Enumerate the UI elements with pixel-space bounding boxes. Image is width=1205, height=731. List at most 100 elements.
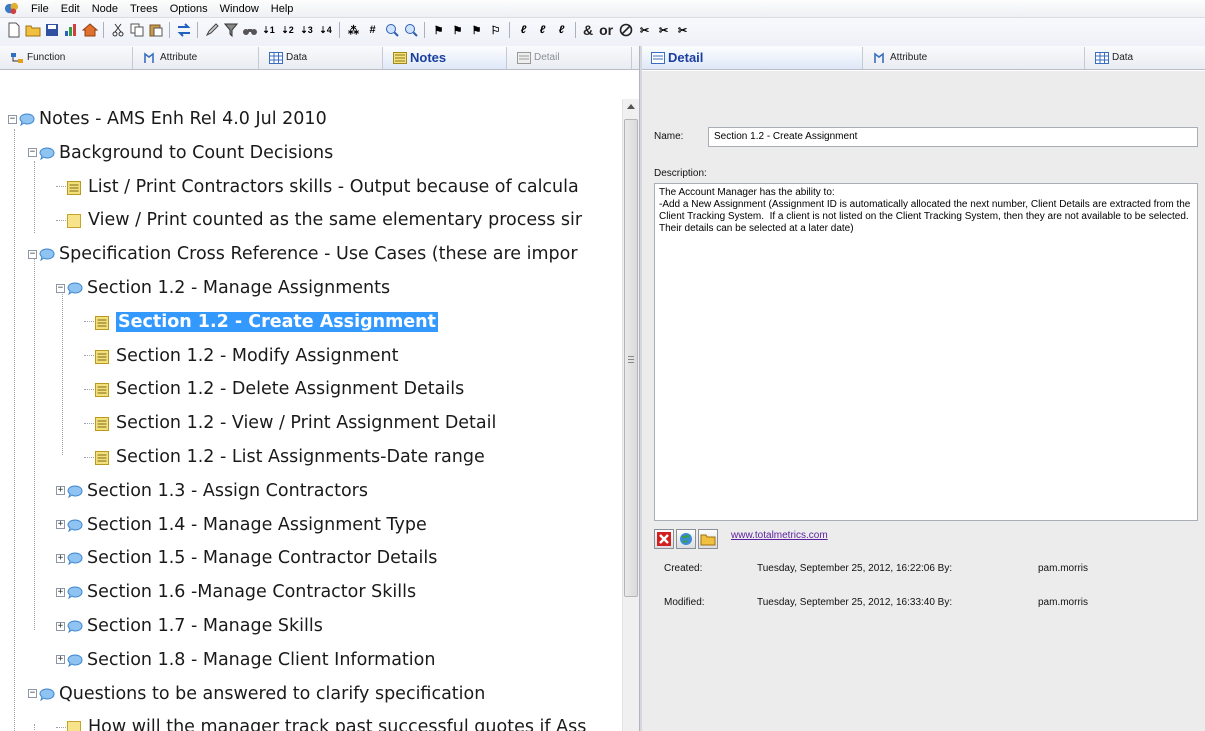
- tree-node-label: Section 1.2 - Modify Assignment: [116, 345, 399, 366]
- find-icon[interactable]: [242, 22, 258, 38]
- tree-node[interactable]: Section 1.2 - View / Print Assignment De…: [84, 407, 496, 439]
- collapse-minus-icon[interactable]: −: [28, 148, 37, 158]
- description-field[interactable]: The Account Manager has the ability to: …: [654, 183, 1198, 521]
- copy-icon[interactable]: [129, 22, 145, 38]
- tree-node[interactable]: Section 1.2 - Modify Assignment: [84, 340, 398, 372]
- note-folder-icon: [66, 484, 83, 499]
- and-operator-button[interactable]: &: [583, 22, 593, 38]
- link-group-icon[interactable]: ℓ: [535, 22, 551, 38]
- not-operator-icon[interactable]: [618, 22, 634, 38]
- tab-attribute[interactable]: Attribute: [133, 46, 259, 69]
- tree-node[interactable]: List / Print Contractors skills - Output…: [56, 171, 579, 203]
- tree-node[interactable]: + Section 1.8 - Manage Client Information: [56, 644, 435, 676]
- tree-node[interactable]: + Section 1.6 -Manage Contractor Skills: [56, 576, 416, 608]
- new-file-icon[interactable]: [6, 22, 22, 38]
- grid-hash-icon[interactable]: #: [365, 22, 381, 38]
- web-link-button[interactable]: [676, 529, 696, 549]
- home-icon[interactable]: [81, 22, 98, 38]
- note-page-icon: [95, 315, 112, 330]
- tab-detail[interactable]: Detail: [641, 46, 863, 69]
- collapse-minus-icon[interactable]: −: [8, 114, 17, 124]
- tree-node[interactable]: − Section 1.2 - Manage Assignments: [56, 272, 390, 304]
- tree-node[interactable]: + Section 1.3 - Assign Contractors: [56, 475, 368, 507]
- link-icon[interactable]: ℓ: [516, 22, 532, 38]
- tree-node[interactable]: − Notes - AMS Enh Rel 4.0 Jul 2010: [8, 103, 327, 135]
- expand-plus-icon[interactable]: +: [56, 486, 65, 496]
- expand-plus-icon[interactable]: +: [56, 587, 65, 597]
- created-by: pam.morris: [1038, 563, 1089, 574]
- tree-node[interactable]: − Questions to be answered to clarify spe…: [28, 678, 485, 710]
- level-3-icon[interactable]: ⇣3: [299, 22, 315, 38]
- or-operator-button[interactable]: or: [599, 22, 613, 38]
- right-tab-bar: Detail Attribute Data: [641, 46, 1205, 70]
- open-folder-icon[interactable]: [25, 22, 41, 38]
- detail-icon: [651, 51, 665, 64]
- tab-data-right[interactable]: Data: [1085, 47, 1205, 69]
- detail-panel: Name: Section 1.2 - Create Assignment De…: [642, 71, 1205, 731]
- flag-clear-icon[interactable]: ⚐: [488, 22, 504, 38]
- expand-plus-icon[interactable]: +: [56, 621, 65, 631]
- tree-node[interactable]: Section 1.2 - List Assignments-Date rang…: [84, 441, 485, 473]
- tree-node[interactable]: + Section 1.7 - Manage Skills: [56, 610, 323, 642]
- zoom-in-icon[interactable]: [384, 22, 400, 38]
- delete-button[interactable]: [654, 529, 674, 549]
- tab-function[interactable]: Function: [0, 46, 133, 69]
- level-4-icon[interactable]: ⇣4: [318, 22, 334, 38]
- tab-detail-left[interactable]: Detail: [507, 46, 632, 69]
- tree-node-label: Section 1.6 -Manage Contractor Skills: [87, 582, 417, 603]
- save-icon[interactable]: [44, 22, 60, 38]
- menu-help[interactable]: Help: [265, 0, 300, 18]
- collapse-minus-icon[interactable]: −: [28, 689, 37, 699]
- menu-edit[interactable]: Edit: [55, 0, 86, 18]
- expand-all-icon[interactable]: ⁂: [346, 22, 362, 38]
- cut-icon[interactable]: [110, 22, 126, 38]
- flag-group-icon[interactable]: ⚑: [469, 22, 485, 38]
- menu-node[interactable]: Node: [86, 0, 124, 18]
- tree-node[interactable]: + Section 1.4 - Manage Assignment Type: [56, 509, 427, 541]
- tab-attribute-right[interactable]: Attribute: [863, 46, 1085, 69]
- tree-node-label: View / Print counted as the same element…: [88, 210, 583, 231]
- tree-scrollbar[interactable]: [622, 99, 639, 731]
- menu-trees[interactable]: Trees: [124, 0, 164, 18]
- scrollbar-thumb[interactable]: [624, 119, 638, 597]
- link-remove-icon[interactable]: ℓ: [554, 22, 570, 38]
- tree-node[interactable]: − Specification Cross Reference - Use Cas…: [28, 238, 578, 270]
- zoom-out-icon[interactable]: [403, 22, 419, 38]
- tree-node[interactable]: − Background to Count Decisions: [28, 137, 333, 169]
- tab-notes[interactable]: Notes: [383, 46, 507, 69]
- tree-node[interactable]: How will the manager track past successf…: [56, 711, 586, 731]
- grip-line: [628, 362, 634, 363]
- tools-icon[interactable]: ✂: [637, 22, 653, 38]
- menu-window[interactable]: Window: [214, 0, 265, 18]
- website-link[interactable]: www.totalmetrics.com: [731, 530, 828, 541]
- modified-value: Tuesday, September 25, 2012, 16:33:40 By…: [757, 597, 953, 608]
- name-field[interactable]: Section 1.2 - Create Assignment: [708, 127, 1198, 147]
- expand-plus-icon[interactable]: +: [56, 520, 65, 530]
- expand-plus-icon[interactable]: +: [56, 553, 65, 563]
- flag-multi-icon[interactable]: ⚑: [450, 22, 466, 38]
- filter-icon[interactable]: [223, 22, 239, 38]
- attribute-icon: [873, 51, 887, 64]
- collapse-minus-icon[interactable]: −: [56, 283, 65, 293]
- collapse-minus-icon[interactable]: −: [28, 249, 37, 259]
- tree-node[interactable]: View / Print counted as the same element…: [56, 204, 582, 236]
- tools-clear-icon[interactable]: ✂: [675, 22, 691, 38]
- tab-data[interactable]: Data: [259, 46, 383, 69]
- expand-plus-icon[interactable]: +: [56, 655, 65, 665]
- swap-arrows-icon[interactable]: [176, 22, 192, 38]
- flag-icon[interactable]: ⚑: [431, 22, 447, 38]
- menu-file[interactable]: File: [25, 0, 55, 18]
- tree-node[interactable]: Section 1.2 - Create Assignment: [84, 306, 438, 338]
- tools-group-icon[interactable]: ✂: [656, 22, 672, 38]
- tree-connector: [56, 726, 66, 728]
- paste-icon[interactable]: [148, 22, 164, 38]
- level-2-icon[interactable]: ⇣2: [280, 22, 296, 38]
- chart-icon[interactable]: [63, 22, 79, 38]
- open-file-button[interactable]: [698, 529, 718, 549]
- tree-node[interactable]: + Section 1.5 - Manage Contractor Details: [56, 542, 437, 574]
- scroll-up-arrow-icon[interactable]: [627, 104, 635, 109]
- pen-icon[interactable]: [204, 22, 220, 38]
- menu-options[interactable]: Options: [164, 0, 214, 18]
- tree-node[interactable]: Section 1.2 - Delete Assignment Details: [84, 373, 464, 405]
- level-1-icon[interactable]: ⇣1: [261, 22, 277, 38]
